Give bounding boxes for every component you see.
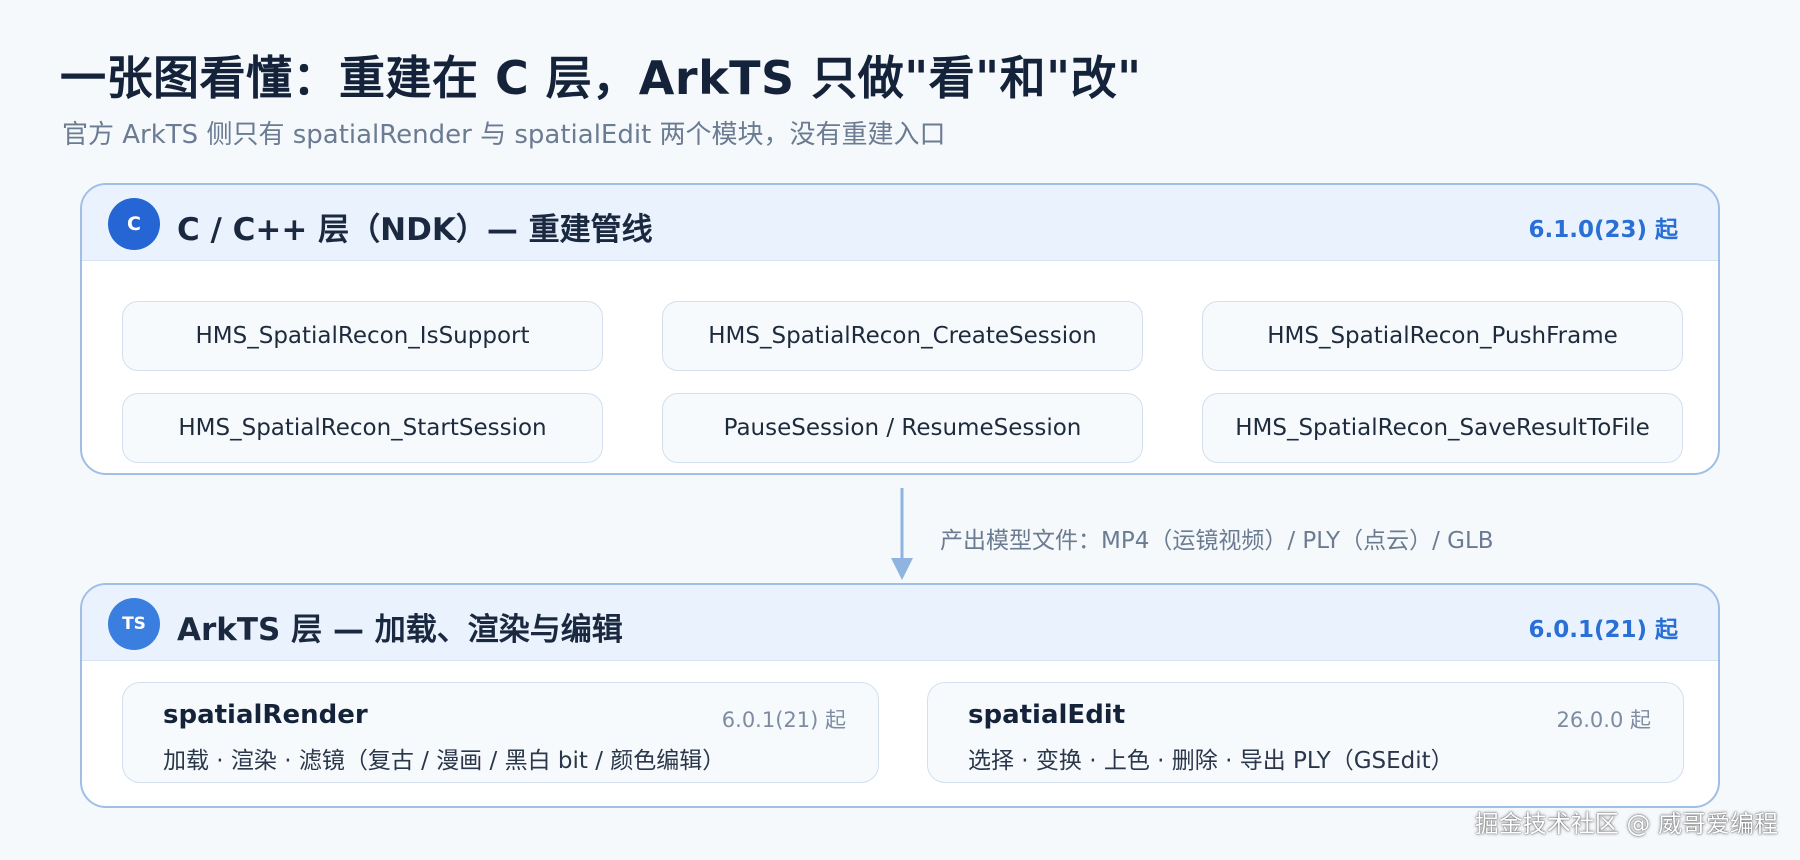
flow-label: 产出模型文件：MP4（运镜视频）/ PLY（点云）/ GLB	[940, 528, 1494, 554]
c-layer-panel: C C / C++ 层（NDK）— 重建管线 6.1.0(23) 起 HMS_S…	[80, 183, 1720, 475]
c-layer-title: C / C++ 层（NDK）— 重建管线	[177, 212, 653, 248]
c-layer-badge: C	[108, 198, 160, 250]
page-title: 一张图看懂：重建在 C 层，ArkTS 只做"看"和"改"	[60, 51, 1142, 105]
module-name: spatialRender	[163, 700, 368, 730]
module-version: 26.0.0 起	[1556, 708, 1651, 732]
api-grid: HMS_SpatialRecon_IsSupport HMS_SpatialRe…	[122, 301, 1684, 463]
page-subtitle: 官方 ArkTS 侧只有 spatialRender 与 spatialEdit…	[62, 120, 946, 150]
ts-layer-header: TS ArkTS 层 — 加载、渲染与编辑 6.0.1(21) 起	[82, 585, 1718, 661]
ts-layer-version: 6.0.1(21) 起	[1528, 617, 1678, 643]
module-description: 加载 · 渲染 · 滤镜（复古 / 漫画 / 黑白 bit / 颜色编辑）	[163, 748, 726, 774]
api-is-support: HMS_SpatialRecon_IsSupport	[122, 301, 603, 371]
ts-layer-panel: TS ArkTS 层 — 加载、渲染与编辑 6.0.1(21) 起 spatia…	[80, 583, 1720, 808]
api-pause-resume-session: PauseSession / ResumeSession	[662, 393, 1143, 463]
watermark: 掘金技术社区 @ 威哥爱编程	[1474, 810, 1778, 838]
down-arrow-icon	[891, 488, 913, 580]
c-layer-header: C C / C++ 层（NDK）— 重建管线 6.1.0(23) 起	[82, 185, 1718, 261]
module-name: spatialEdit	[968, 700, 1126, 730]
module-spatial-edit: spatialEdit 26.0.0 起 选择 · 变换 · 上色 · 删除 ·…	[927, 682, 1684, 783]
api-start-session: HMS_SpatialRecon_StartSession	[122, 393, 603, 463]
module-row: spatialRender 6.0.1(21) 起 加载 · 渲染 · 滤镜（复…	[122, 682, 1684, 783]
api-save-result-to-file: HMS_SpatialRecon_SaveResultToFile	[1202, 393, 1683, 463]
module-spatial-render: spatialRender 6.0.1(21) 起 加载 · 渲染 · 滤镜（复…	[122, 682, 879, 783]
ts-layer-badge: TS	[108, 598, 160, 650]
module-version: 6.0.1(21) 起	[721, 708, 846, 732]
module-description: 选择 · 变换 · 上色 · 删除 · 导出 PLY（GSEdit）	[968, 748, 1454, 774]
api-push-frame: HMS_SpatialRecon_PushFrame	[1202, 301, 1683, 371]
c-layer-version: 6.1.0(23) 起	[1528, 217, 1678, 243]
ts-layer-title: ArkTS 层 — 加载、渲染与编辑	[177, 612, 623, 648]
api-create-session: HMS_SpatialRecon_CreateSession	[662, 301, 1143, 371]
